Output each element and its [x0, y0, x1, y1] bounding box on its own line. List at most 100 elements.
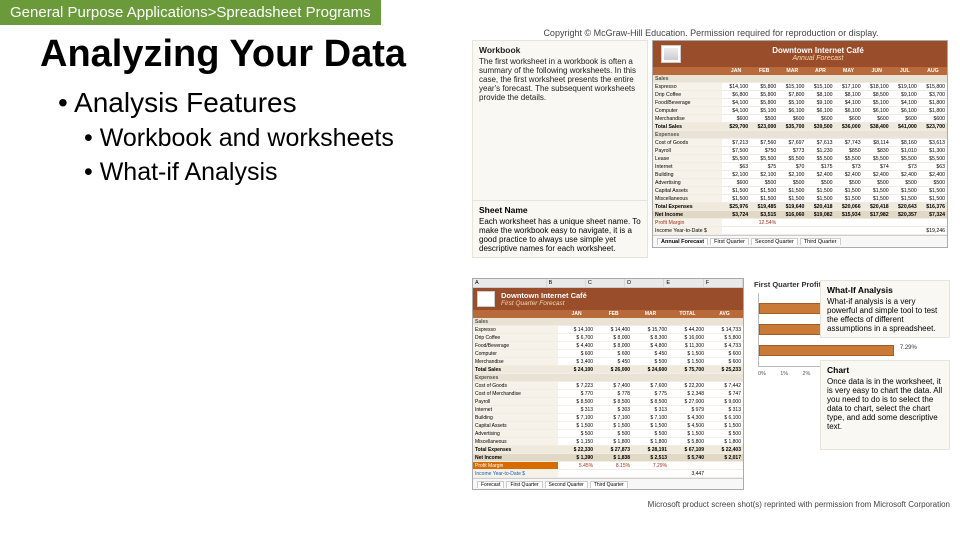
- cafe-logo-icon: [661, 45, 681, 63]
- cell: $ 1,500: [632, 422, 669, 430]
- cell: $2,100: [778, 171, 806, 179]
- col-header: [653, 67, 722, 75]
- cell: $6,100: [806, 107, 834, 115]
- cell: $ 600: [706, 358, 743, 366]
- cafe-logo-icon: [477, 291, 495, 307]
- sheet-tab[interactable]: Forecast: [477, 481, 504, 488]
- sheet-tab[interactable]: Annual Forecast: [657, 238, 708, 245]
- callout-what-if-body: What-if analysis is a very powerful and …: [827, 297, 943, 333]
- cell: $9,100: [891, 91, 919, 99]
- cell: $ 1,500: [669, 430, 706, 438]
- cell: $1,500: [722, 187, 750, 195]
- spreadsheet-col: D: [625, 279, 664, 287]
- cell: $ 7,600: [632, 382, 669, 390]
- cell: $19,082: [806, 211, 834, 219]
- sheet-tab[interactable]: First Quarter: [506, 481, 542, 488]
- col-header: AVG: [706, 310, 743, 318]
- spreadsheet-col: A: [473, 279, 547, 287]
- row-label: Cost of Goods: [473, 382, 558, 390]
- cell: $ 450: [632, 350, 669, 358]
- cell: $ 5,740: [669, 454, 706, 462]
- cell: $1,500: [863, 195, 891, 203]
- cell: $3,724: [722, 211, 750, 219]
- cell: $23,700: [919, 123, 947, 131]
- cell: $5,100: [778, 99, 806, 107]
- cell: $ 500: [558, 430, 595, 438]
- sheet-tab[interactable]: Third Quarter: [590, 481, 628, 488]
- cell: $5,100: [863, 99, 891, 107]
- col-header: MAY: [834, 67, 862, 75]
- cell: $2,400: [806, 171, 834, 179]
- cell: $1,500: [778, 195, 806, 203]
- cell: $ 22,330: [558, 446, 595, 454]
- row-label: Total Sales: [473, 366, 558, 374]
- cell: $1,500: [750, 195, 778, 203]
- cell: $500: [778, 179, 806, 187]
- cell: $1,500: [863, 187, 891, 195]
- cell: $6,100: [834, 107, 862, 115]
- cell: $ 1,800: [632, 438, 669, 446]
- row-label: Food/Beverage: [653, 99, 722, 107]
- row-label: Total Sales: [653, 123, 722, 131]
- cell: $75: [750, 163, 778, 171]
- cell: $ 1,800: [706, 438, 743, 446]
- cell: $41,000: [891, 123, 919, 131]
- section-label: Sales: [653, 75, 947, 83]
- cell: [806, 227, 834, 235]
- workbook-quarter-header: Downtown Internet Café First Quarter For…: [473, 288, 743, 310]
- cell: $ 2,017: [706, 454, 743, 462]
- cell: $ 28,191: [632, 446, 669, 454]
- cell: $175: [806, 163, 834, 171]
- cell: $ 27,873: [595, 446, 632, 454]
- cell: $7,613: [806, 139, 834, 147]
- cell: $15,100: [778, 83, 806, 91]
- cell: $ 4,400: [558, 342, 595, 350]
- callout-sheet-name-title: Sheet Name: [479, 205, 641, 215]
- cell: $ 15,700: [632, 326, 669, 334]
- col-header: MAR: [632, 310, 669, 318]
- callout-chart-body: Once data is in the worksheet, it is ver…: [827, 377, 943, 431]
- cell: 8.15%: [595, 462, 632, 470]
- cell: $ 4,800: [632, 342, 669, 350]
- col-header: [473, 310, 558, 318]
- cell: $1,500: [750, 187, 778, 195]
- callout-chart-title: Chart: [827, 365, 943, 375]
- col-header: AUG: [919, 67, 947, 75]
- cell: $600: [778, 115, 806, 123]
- cell: $8,100: [806, 91, 834, 99]
- col-header: FEB: [750, 67, 778, 75]
- cell: $750: [750, 147, 778, 155]
- sheet-tab[interactable]: Second Quarter: [545, 481, 588, 488]
- cell: $74: [863, 163, 891, 171]
- row-label: Income Year-to-Date $: [653, 227, 722, 235]
- cell: $850: [834, 147, 862, 155]
- sheet-tab[interactable]: First Quarter: [710, 238, 749, 245]
- cell: $38,400: [863, 123, 891, 131]
- cell: $600: [806, 115, 834, 123]
- spreadsheet-col: E: [664, 279, 703, 287]
- workbook-quarter-tabs: ForecastFirst QuarterSecond QuarterThird…: [473, 478, 743, 489]
- callout-what-if: What-If Analysis What-if analysis is a v…: [820, 280, 950, 338]
- cell: $ 1,800: [595, 438, 632, 446]
- cell: $73: [891, 163, 919, 171]
- section-label: Expenses: [653, 131, 947, 139]
- cell: $ 500: [595, 430, 632, 438]
- cell: $6,800: [722, 91, 750, 99]
- sheet-tab[interactable]: Second Quarter: [751, 238, 798, 245]
- cell: $20,643: [891, 203, 919, 211]
- sheet-tab[interactable]: Third Quarter: [800, 238, 841, 245]
- cell: $5,500: [722, 155, 750, 163]
- cell: $ 7,100: [558, 414, 595, 422]
- workbook-annual: Downtown Internet Café Annual Forecast J…: [652, 40, 948, 248]
- cell: [778, 219, 806, 227]
- cell: $8,100: [834, 91, 862, 99]
- cell: $5,500: [863, 155, 891, 163]
- workbook-quarter-table: JANFEBMARTOTALAVG SalesEspresso$ 14,100$…: [473, 310, 743, 478]
- row-label: Capital Assets: [653, 187, 722, 195]
- cell: 12.54%: [750, 219, 778, 227]
- cell: $ 600: [706, 350, 743, 358]
- xtick: 1%: [780, 371, 788, 377]
- cell: $20,418: [806, 203, 834, 211]
- cell: $ 14,100: [558, 326, 595, 334]
- cell: $7,500: [722, 147, 750, 155]
